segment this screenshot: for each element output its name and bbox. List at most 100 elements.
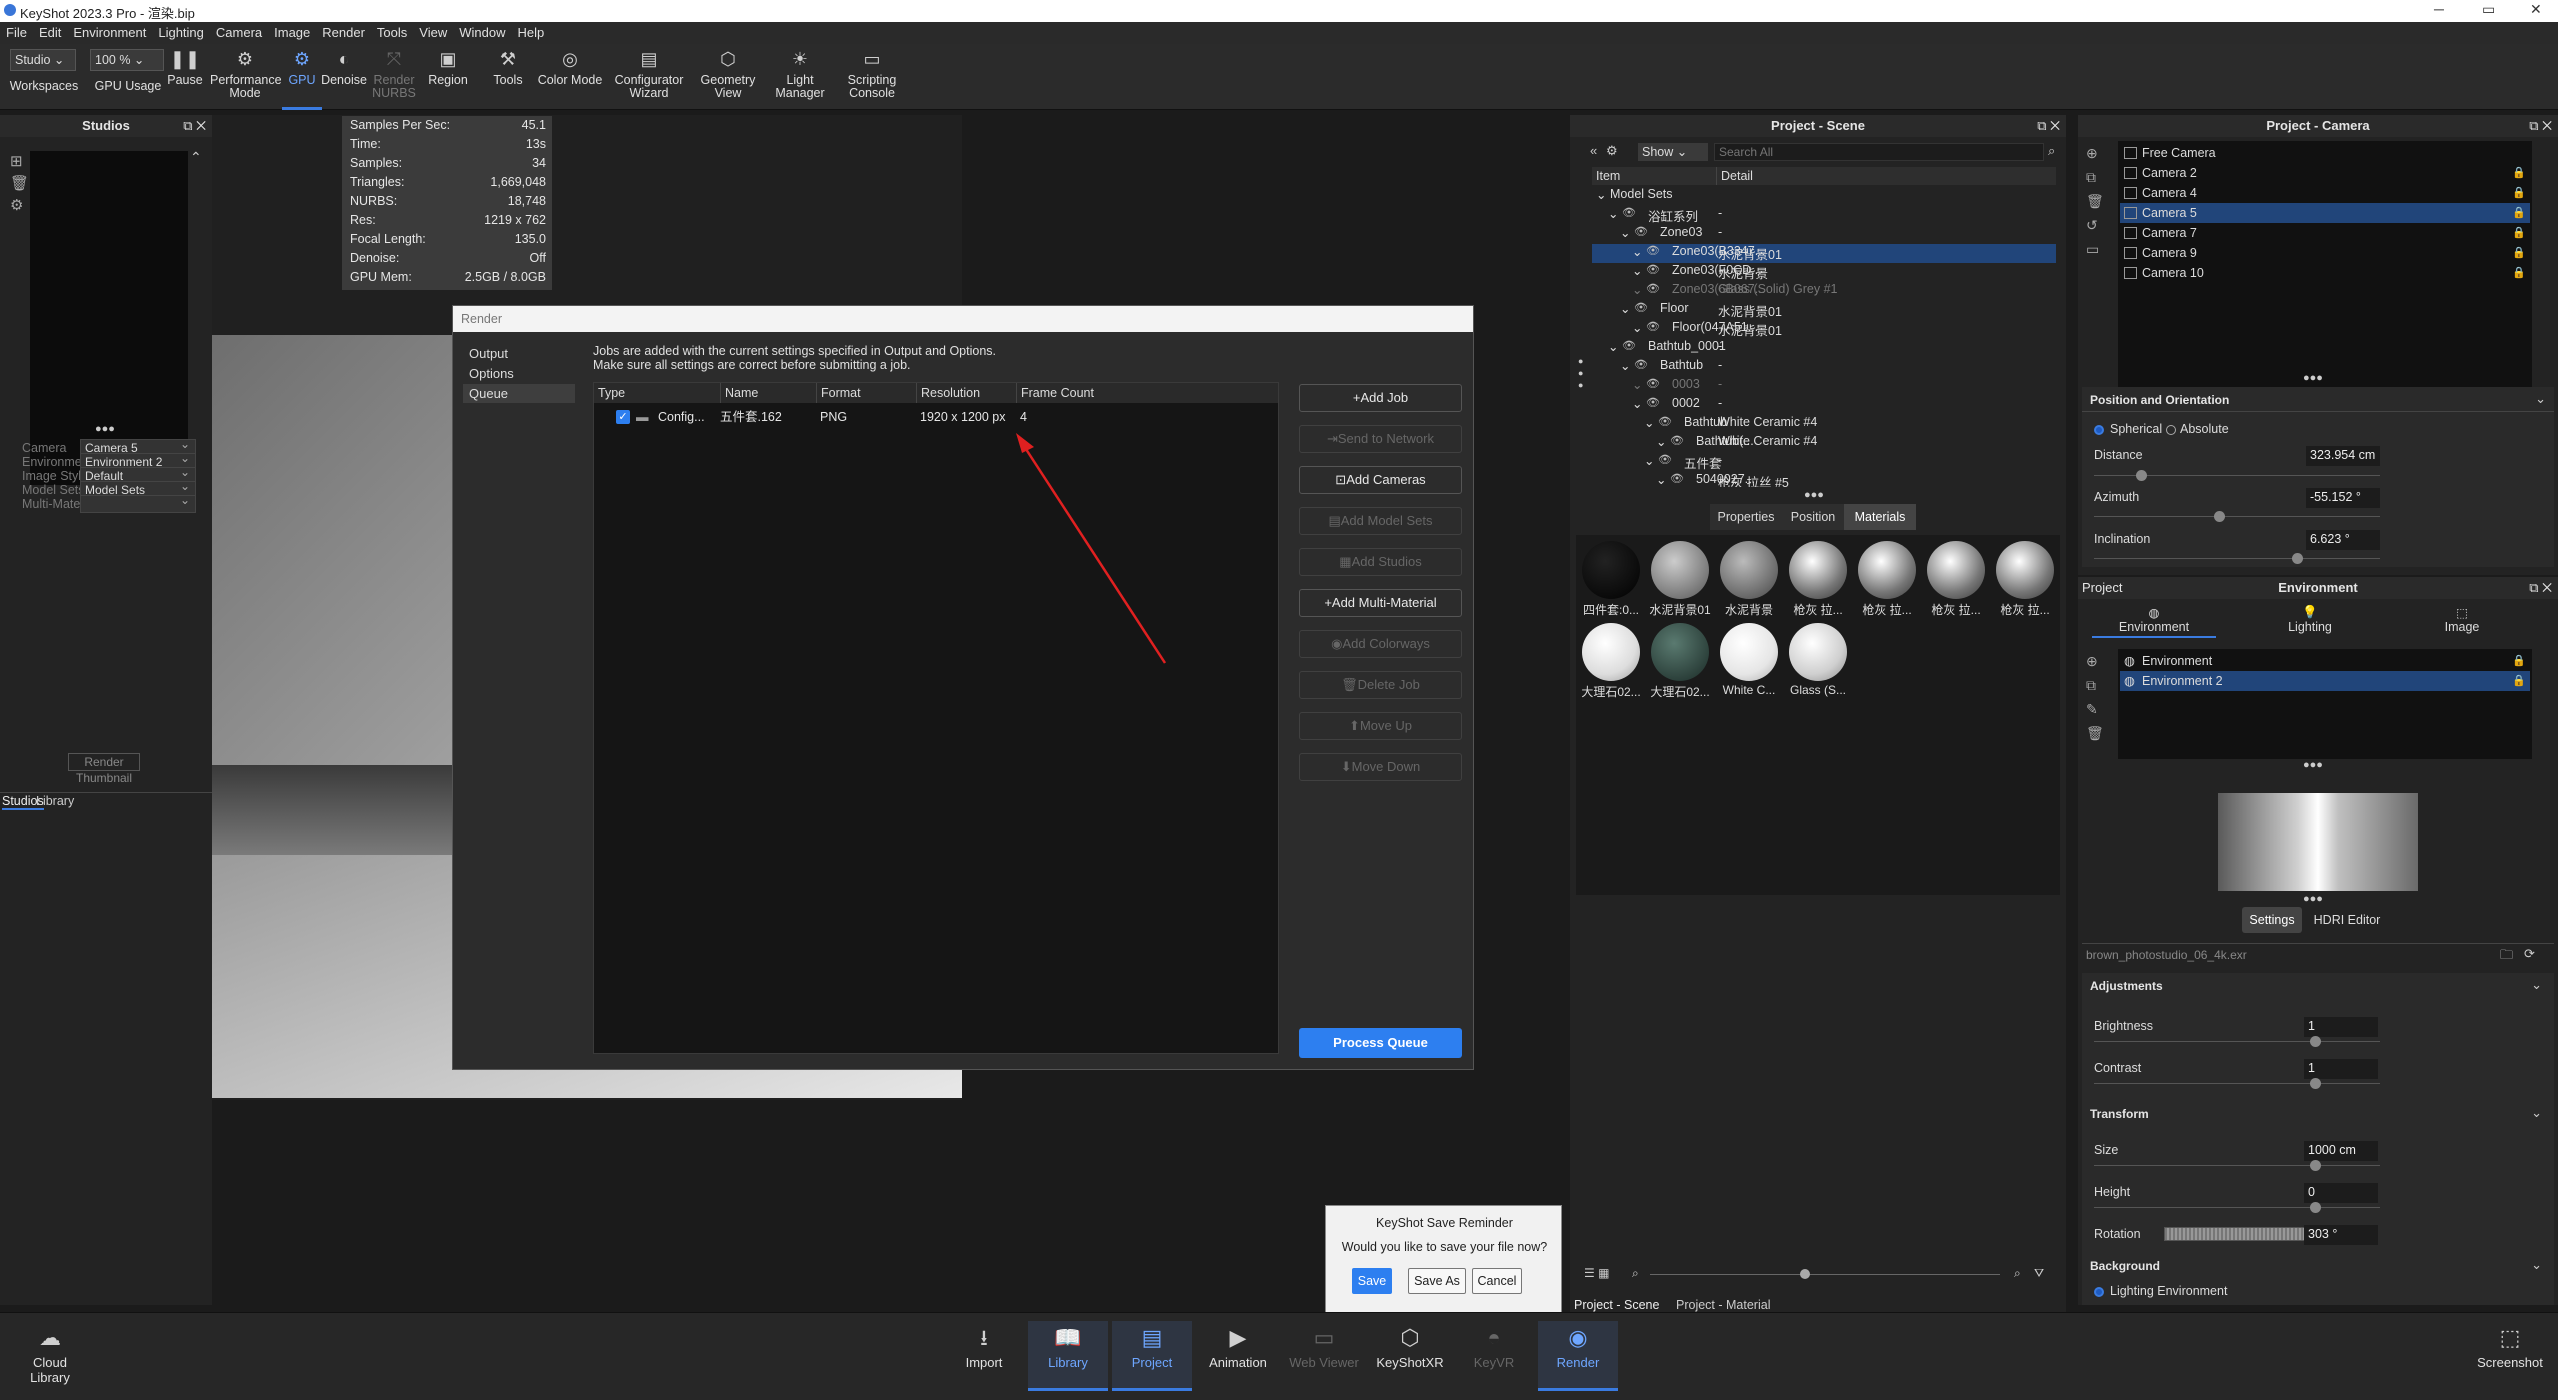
lock-icon[interactable]: 🔒 bbox=[2512, 183, 2526, 203]
pause-button[interactable]: ❚❚ Pause bbox=[164, 44, 206, 110]
materials-grid[interactable]: 四件套:0... 水泥背景01 水泥背景 枪灰 拉... 枪灰 拉... 枪灰 拉... 枪… bbox=[1576, 535, 2060, 895]
collapse-left-icon[interactable]: « bbox=[1590, 143, 1597, 158]
cloud-library-button[interactable]: ☁ Cloud Library bbox=[10, 1321, 90, 1391]
scene-tree-row[interactable]: ⌄ 👁 Zone03(F0CD... 水泥背景 bbox=[1592, 263, 2056, 282]
camera-item[interactable]: Camera 7 🔒 bbox=[2120, 223, 2530, 243]
render-button[interactable]: ◉ Render bbox=[1538, 1321, 1618, 1391]
camera-item[interactable]: Camera 10 🔒 bbox=[2120, 263, 2530, 283]
menu-camera[interactable]: Camera bbox=[210, 22, 268, 40]
lock-icon[interactable]: 🔒 bbox=[2512, 263, 2526, 283]
lock-icon[interactable]: 🔒 bbox=[2512, 651, 2526, 671]
keyshotxr-button[interactable]: ⬡ KeyShotXR bbox=[1368, 1321, 1452, 1391]
import-button[interactable]: ⭳ Import bbox=[944, 1321, 1024, 1391]
visibility-eye-icon[interactable]: 👁 bbox=[1634, 301, 1648, 314]
table-row[interactable]: ✓ ▬ Config... 五件套.162 PNG 1920 x 1200 px… bbox=[594, 407, 1278, 427]
visibility-eye-icon[interactable]: 👁 bbox=[1670, 434, 1684, 447]
panel-close-icon[interactable]: ⧉ ✕ bbox=[2529, 577, 2552, 599]
scene-tree-row[interactable]: ⌄ 👁 Zone03 - bbox=[1592, 225, 2056, 244]
search-icon[interactable]: ⌕ bbox=[2048, 143, 2055, 159]
menu-image[interactable]: Image bbox=[268, 22, 316, 40]
move-up-button[interactable]: ⬆Move Up bbox=[1299, 712, 1462, 740]
search-icon[interactable]: ⌕ bbox=[2014, 1266, 2021, 1281]
scene-tree-row[interactable]: ⌄ 👁 Bathtub_0001- bbox=[1592, 339, 2056, 358]
lock-icon[interactable]: 🔒 bbox=[2512, 243, 2526, 263]
visibility-eye-icon[interactable]: 👁 bbox=[1646, 377, 1660, 390]
more-dots-icon[interactable]: ●●● bbox=[2303, 759, 2323, 771]
thumb-size-slider[interactable] bbox=[1650, 1274, 2000, 1275]
scene-tree-row[interactable]: ⌄ 👁 Zone03(B3347... 水泥背景01 bbox=[1592, 244, 2056, 263]
material-thumbnail[interactable] bbox=[1789, 623, 1847, 681]
rotation-field[interactable]: 303 ° bbox=[2304, 1225, 2378, 1245]
material-thumbnail[interactable] bbox=[1858, 541, 1916, 599]
scene-tree-row[interactable]: ⌄ 👁 0002 - bbox=[1592, 396, 2056, 415]
material-thumbnail[interactable] bbox=[1582, 623, 1640, 681]
scene-tree-row[interactable]: ⌄ 👁 Floor 水泥背景01 bbox=[1592, 301, 2056, 320]
tools-button[interactable]: ⚒ Tools bbox=[486, 44, 530, 110]
performance-mode-button[interactable]: ⚙ Performance Mode bbox=[204, 44, 286, 110]
expand-icon[interactable]: ⌄ bbox=[1656, 472, 1666, 487]
expand-icon[interactable]: ⌄ bbox=[1632, 320, 1642, 335]
scene-tree-row[interactable]: ⌄ 👁 Zone03(6B067... Glass (Solid) Grey #1 bbox=[1592, 282, 2056, 301]
tab-project-material[interactable]: Project - Material bbox=[1676, 1298, 1770, 1312]
geometry-view-button[interactable]: ⬡ Geometry View bbox=[692, 44, 764, 110]
lighting-environment-radio[interactable] bbox=[2094, 1287, 2104, 1297]
add-job-button[interactable]: +Add Job bbox=[1299, 384, 1462, 412]
minimize-button[interactable]: ─ bbox=[2434, 1, 2444, 17]
denoise-button[interactable]: ◐ Denoise bbox=[318, 44, 370, 110]
size-field[interactable]: 1000 cm bbox=[2304, 1141, 2378, 1161]
camera-item[interactable]: Camera 9 🔒 bbox=[2120, 243, 2530, 263]
gpu-usage-dropdown[interactable]: 100 % ⌄ bbox=[90, 49, 164, 71]
collapse-icon[interactable]: ⌃ bbox=[190, 149, 202, 166]
expand-icon[interactable]: ⌄ bbox=[1620, 301, 1630, 316]
visibility-eye-icon[interactable]: 👁 bbox=[1634, 358, 1648, 371]
expand-icon[interactable]: ⌄ bbox=[1596, 187, 1606, 202]
material-thumbnail[interactable] bbox=[1789, 541, 1847, 599]
tab-properties[interactable]: Properties bbox=[1710, 504, 1782, 530]
save-as-button[interactable]: Save As bbox=[1408, 1268, 1466, 1294]
reset-camera-icon[interactable]: ↺ bbox=[2086, 213, 2104, 237]
collapse-icon[interactable]: ⌄ bbox=[2535, 391, 2546, 407]
material-thumbnail[interactable] bbox=[1720, 623, 1778, 681]
environment-item[interactable]: ◍ Environment 🔒 bbox=[2120, 651, 2530, 671]
hdri-preview[interactable] bbox=[2218, 793, 2418, 891]
collapse-icon[interactable]: ⌄ bbox=[2531, 1257, 2542, 1273]
inclination-slider[interactable] bbox=[2094, 558, 2380, 559]
brightness-slider[interactable] bbox=[2094, 1041, 2380, 1042]
expand-icon[interactable]: ⌄ bbox=[1620, 358, 1630, 373]
distance-field[interactable]: 323.954 cm bbox=[2306, 446, 2380, 466]
distance-knob[interactable] bbox=[2136, 470, 2147, 481]
visibility-eye-icon[interactable]: 👁 bbox=[1658, 453, 1672, 466]
nav-queue[interactable]: Queue bbox=[463, 384, 575, 403]
render-thumbnail-button[interactable]: Render Thumbnail bbox=[68, 753, 140, 785]
visibility-eye-icon[interactable]: 👁 bbox=[1658, 415, 1672, 428]
gpu-button[interactable]: ⚙ GPU bbox=[282, 44, 322, 110]
collapse-icon[interactable]: ⌄ bbox=[2531, 1105, 2542, 1121]
expand-icon[interactable]: ⌄ bbox=[1608, 339, 1618, 354]
height-knob[interactable] bbox=[2310, 1202, 2321, 1213]
cancel-button[interactable]: Cancel bbox=[1472, 1268, 1522, 1294]
menu-view[interactable]: View bbox=[413, 22, 453, 40]
scene-tree-row[interactable]: ⌄ 👁 5040027... 枪灰 拉丝 #5 bbox=[1592, 472, 2056, 487]
configurator-wizard-button[interactable]: ▤ Configurator Wizard bbox=[606, 44, 692, 110]
more-dots-icon[interactable]: ●●● bbox=[2303, 893, 2323, 905]
visibility-eye-icon[interactable]: 👁 bbox=[1634, 225, 1648, 238]
delete-studio-icon[interactable]: 🗑 bbox=[10, 173, 29, 195]
duplicate-env-icon[interactable]: ⧉ bbox=[2086, 673, 2104, 697]
menu-environment[interactable]: Environment bbox=[67, 22, 152, 40]
inclination-field[interactable]: 6.623 ° bbox=[2306, 530, 2380, 550]
azimuth-slider[interactable] bbox=[2094, 516, 2380, 517]
show-dropdown[interactable]: Show ⌄ bbox=[1638, 143, 1708, 161]
tab-image[interactable]: ⬚ Image bbox=[2400, 605, 2524, 634]
process-queue-button[interactable]: Process Queue bbox=[1299, 1028, 1462, 1058]
more-dots-icon[interactable]: ●●● bbox=[95, 423, 115, 435]
multi-materials-select[interactable] bbox=[80, 493, 196, 513]
library-button[interactable]: 📖 Library bbox=[1028, 1321, 1108, 1391]
material-thumbnail[interactable] bbox=[1582, 541, 1640, 599]
job-checkbox[interactable]: ✓ bbox=[616, 410, 630, 424]
scene-tree-row[interactable]: ⌄ 👁 Bathtub - bbox=[1592, 358, 2056, 377]
move-down-button[interactable]: ⬇Move Down bbox=[1299, 753, 1462, 781]
visibility-eye-icon[interactable]: 👁 bbox=[1646, 320, 1660, 333]
environment-item[interactable]: ◍ Environment 2 🔒 bbox=[2120, 671, 2530, 691]
absolute-radio[interactable] bbox=[2166, 425, 2176, 435]
scene-tree-row[interactable]: ⌄ 👁 0003 - bbox=[1592, 377, 2056, 396]
